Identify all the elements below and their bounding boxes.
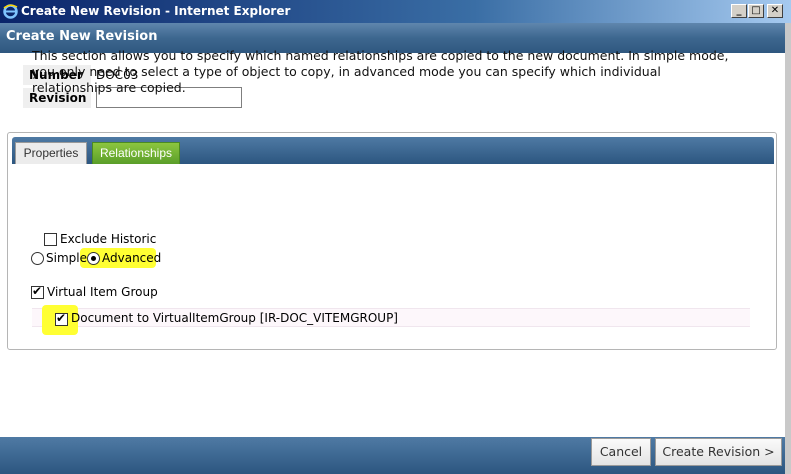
window-titlebar: Create New Revision - Internet Explorer … bbox=[0, 0, 791, 23]
create-revision-button[interactable]: Create Revision > bbox=[655, 438, 782, 466]
relationship-label: Document to VirtualItemGroup [IR-DOC_VIT… bbox=[71, 311, 398, 325]
simple-radio[interactable] bbox=[31, 252, 44, 265]
advanced-radio-label: Advanced bbox=[102, 251, 162, 265]
cancel-button[interactable]: Cancel bbox=[591, 438, 651, 466]
tab-properties[interactable]: Properties bbox=[15, 142, 87, 164]
advanced-radio[interactable] bbox=[87, 252, 100, 265]
exclude-historic-checkbox[interactable] bbox=[44, 233, 57, 246]
maximize-button[interactable]: □ bbox=[748, 4, 764, 18]
virtual-item-group-label: Virtual Item Group bbox=[47, 285, 158, 299]
virtual-item-group-checkbox[interactable] bbox=[31, 284, 44, 299]
close-window-button[interactable]: ✕ bbox=[767, 4, 783, 18]
simple-radio-label: Simple bbox=[46, 251, 87, 265]
dialog-title: Create New Revision bbox=[6, 29, 158, 44]
relationships-description: This section allows you to specify which… bbox=[32, 48, 729, 95]
window-title: Create New Revision - Internet Explorer bbox=[21, 4, 291, 18]
tab-relationships[interactable]: Relationships bbox=[92, 142, 180, 164]
tab-strip: Properties Relationships bbox=[12, 137, 774, 164]
window-right-edge bbox=[785, 23, 791, 474]
internet-explorer-icon bbox=[3, 4, 18, 19]
exclude-historic-label: Exclude Historic bbox=[60, 232, 157, 246]
relationship-checkbox[interactable] bbox=[55, 311, 68, 326]
minimize-button[interactable]: _ bbox=[731, 4, 747, 18]
